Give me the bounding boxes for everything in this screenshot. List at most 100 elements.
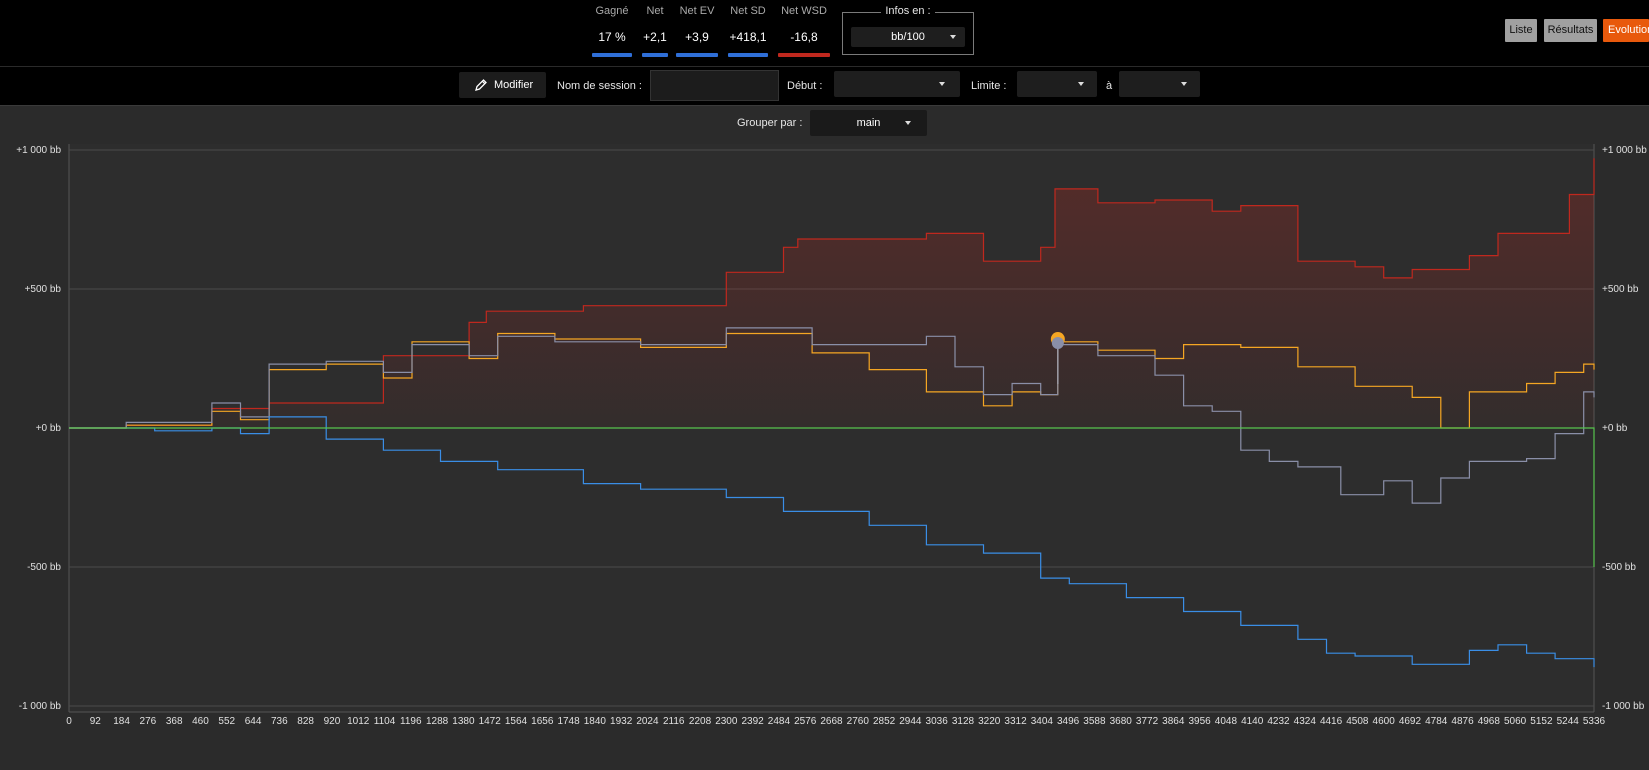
session-toolbar: Modifier Nom de session : Début : Limite…	[0, 66, 1649, 106]
start-dropdown[interactable]	[834, 71, 960, 97]
evolution-chart: +1 000 bb +1 000 bb +500 bb +500 bb +0 bb +0 …	[16, 144, 1647, 727]
x-tick-label: 3772	[1136, 716, 1159, 727]
group-by-label: Grouper par :	[737, 117, 803, 129]
x-tick-label: 2392	[741, 716, 764, 727]
x-tick-label: 1932	[610, 716, 633, 727]
stat-label: Gagné	[595, 5, 629, 17]
stat-2: Net EV +3,9	[676, 0, 718, 60]
x-tick-label: 3956	[1188, 716, 1211, 727]
stat-value: +3,9	[685, 30, 709, 44]
infos-unit-dropdown[interactable]: bb/100	[851, 27, 965, 47]
x-tick-label: 3404	[1031, 716, 1054, 727]
stat-label: Net SD	[730, 5, 766, 17]
x-tick-label: 2944	[899, 716, 922, 727]
y-tick-label-right: +0 bb	[1602, 423, 1628, 434]
x-tick-label: 2576	[794, 716, 817, 727]
stat-4: Net WSD -16,8	[778, 0, 830, 60]
x-tick-label: 1196	[400, 716, 422, 727]
limit-from-dropdown[interactable]	[1017, 71, 1097, 97]
chevron-down-icon	[1078, 82, 1084, 86]
y-tick-label-right: +500 bb	[1602, 284, 1639, 295]
x-tick-label: 368	[166, 716, 183, 727]
marker-dot-secondary	[1051, 337, 1064, 350]
x-tick-label: 1656	[531, 716, 554, 727]
x-tick-label: 4416	[1320, 716, 1343, 727]
x-tick-label: 5244	[1557, 716, 1580, 727]
limit-to-dropdown[interactable]	[1119, 71, 1200, 97]
y-tick-label-left: -500 bb	[27, 562, 61, 573]
x-tick-label: 3312	[1004, 716, 1027, 727]
x-tick-label: 1288	[426, 716, 449, 727]
x-tick-label: 5152	[1530, 716, 1553, 727]
stat-underline	[592, 53, 632, 57]
stat-0: Gagné 17 %	[592, 0, 632, 60]
x-tick-label: 828	[297, 716, 314, 727]
top-bar: Gagné 17 % Net +2,1 Net EV +3,9 Net SD +418,1 Ne…	[0, 0, 1649, 66]
tab-evolution[interactable]: Evolution	[1603, 19, 1649, 42]
session-name-input[interactable]	[650, 70, 779, 101]
x-tick-label: 4324	[1294, 716, 1317, 727]
x-tick-label: 2116	[663, 716, 685, 727]
stat-value: +418,1	[729, 30, 767, 44]
x-tick-label: 4876	[1451, 716, 1474, 727]
x-tick-label: 3128	[952, 716, 975, 727]
pencil-icon	[475, 79, 487, 91]
x-tick-label: 2484	[768, 716, 791, 727]
stat-value: 17 %	[598, 30, 626, 44]
x-tick-label: 4692	[1399, 716, 1422, 727]
x-tick-label: 0	[66, 716, 72, 727]
x-tick-label: 3864	[1162, 716, 1185, 727]
stat-underline	[728, 53, 768, 57]
group-by-dropdown[interactable]: main	[810, 110, 927, 136]
y-tick-label-right: +1 000 bb	[1602, 145, 1647, 156]
x-tick-label: 2208	[689, 716, 712, 727]
y-tick-label-right: -500 bb	[1602, 562, 1636, 573]
x-tick-label: 3680	[1110, 716, 1133, 727]
x-tick-label: 1472	[479, 716, 502, 727]
y-tick-label-left: +1 000 bb	[16, 145, 61, 156]
stat-underline	[676, 53, 718, 57]
x-tick-label: 4508	[1346, 716, 1369, 727]
infos-unit-value: bb/100	[891, 31, 925, 43]
stat-3: Net SD +418,1	[728, 0, 768, 60]
x-tick-label: 3220	[978, 716, 1001, 727]
chevron-down-icon	[905, 121, 911, 125]
x-tick-label: 2668	[820, 716, 843, 727]
stat-label: Net WSD	[781, 5, 827, 17]
stat-1: Net +2,1	[642, 0, 668, 60]
chevron-down-icon	[1181, 82, 1187, 86]
y-tick-label-left: +500 bb	[25, 284, 62, 295]
x-tick-label: 5060	[1504, 716, 1527, 727]
x-tick-label: 2852	[873, 716, 896, 727]
x-tick-label: 276	[140, 716, 157, 727]
chevron-down-icon	[939, 82, 945, 86]
stat-underline	[778, 53, 830, 57]
x-tick-label: 460	[192, 716, 209, 727]
x-tick-label: 184	[113, 716, 130, 727]
tab-liste[interactable]: Liste	[1505, 19, 1537, 42]
chevron-down-icon	[950, 35, 956, 39]
stat-underline	[642, 53, 668, 57]
x-tick-label: 1564	[505, 716, 528, 727]
y-tick-label-right: -1 000 bb	[1602, 701, 1645, 712]
tab-resultats[interactable]: Résultats	[1544, 19, 1597, 42]
x-tick-label: 4048	[1215, 716, 1238, 727]
x-tick-label: 1748	[557, 716, 580, 727]
x-tick-label: 4968	[1478, 716, 1501, 727]
edit-button[interactable]: Modifier	[459, 72, 546, 98]
x-tick-label: 1380	[452, 716, 475, 727]
x-tick-label: 1104	[374, 716, 396, 727]
x-tick-label: 736	[271, 716, 288, 727]
x-tick-label: 4140	[1241, 716, 1264, 727]
x-tick-label: 3496	[1057, 716, 1080, 727]
limit-label: Limite :	[971, 80, 1007, 92]
session-name-label: Nom de session :	[557, 80, 642, 92]
y-tick-label-left: -1 000 bb	[19, 701, 62, 712]
y-tick-label-left: +0 bb	[36, 423, 62, 434]
infos-label: Infos en :	[881, 5, 935, 17]
limit-to-label: à	[1106, 80, 1113, 92]
start-label: Début :	[787, 80, 823, 92]
x-tick-label: 5336	[1583, 716, 1606, 727]
x-tick-label: 2760	[847, 716, 870, 727]
stat-label: Net EV	[679, 5, 715, 17]
